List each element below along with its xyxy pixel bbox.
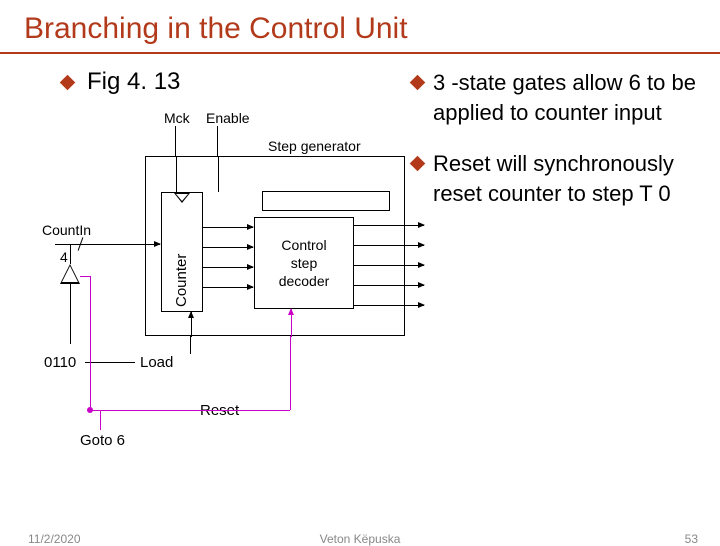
- decoder-line1: Control: [255, 236, 353, 254]
- tristate-buffer-icon: [60, 264, 80, 284]
- label-mck: Mck: [164, 110, 190, 126]
- wire-arrow: [354, 245, 424, 246]
- label-load: Load: [140, 354, 173, 371]
- wire-arrow: [191, 312, 192, 337]
- clock-notch-icon: [174, 193, 190, 203]
- bullet-item: 3 -state gates allow 6 to be applied to …: [412, 68, 702, 127]
- wire-reset: [290, 336, 291, 410]
- label-counter: Counter: [173, 254, 190, 307]
- label-goto6: Goto 6: [80, 432, 125, 449]
- outer-box: Counter Control step decoder: [145, 156, 405, 336]
- label-enable: Enable: [206, 110, 250, 126]
- wire-arrow: [354, 305, 424, 306]
- footer-page: 53: [685, 532, 698, 546]
- decoder-line2: step: [255, 254, 353, 272]
- diamond-bullet-icon: [60, 75, 76, 91]
- wire-arrow: [354, 225, 424, 226]
- label-0110: 0110: [44, 354, 76, 371]
- figure-caption: Fig 4. 13: [87, 68, 180, 95]
- wire-reset: [90, 276, 91, 410]
- wire-arrow: [203, 287, 253, 288]
- block-diagram: Mck Enable Step generator Counter Contro…: [30, 104, 410, 434]
- junction-dot-icon: [87, 407, 93, 413]
- wire-arrow-reset: [291, 309, 292, 337]
- footer-author: Veton Këpuska: [320, 532, 401, 546]
- bullet-text: 3 -state gates allow 6 to be applied to …: [433, 68, 702, 127]
- bullet-item: Reset will synchronously reset counter t…: [412, 149, 702, 208]
- label-four: 4: [60, 249, 68, 265]
- wire: [85, 362, 135, 363]
- label-step-generator: Step generator: [268, 138, 361, 154]
- diamond-bullet-icon: [410, 156, 426, 172]
- wire-arrow: [95, 244, 160, 245]
- label-countin: CountIn: [42, 222, 91, 238]
- footer-date: 11/2/2020: [28, 532, 81, 546]
- wire-arrow: [354, 265, 424, 266]
- wire-arrow: [203, 227, 253, 228]
- wire-reset: [80, 276, 90, 277]
- wire: [218, 157, 219, 192]
- wire: [70, 244, 71, 264]
- wire: [55, 244, 95, 245]
- wire: [175, 126, 176, 156]
- wire-arrow: [203, 247, 253, 248]
- wire-arrow: [203, 267, 253, 268]
- wire: [190, 336, 191, 354]
- wire-arrow: [354, 285, 424, 286]
- slide-content: Fig 4. 13 3 -state gates allow 6 to be a…: [0, 54, 720, 494]
- decoder-line3: decoder: [255, 272, 353, 290]
- decoder-box: Control step decoder: [254, 217, 354, 309]
- diamond-bullet-icon: [410, 75, 426, 91]
- wire: [70, 284, 71, 344]
- wire-reset: [100, 410, 101, 430]
- wire: [176, 157, 177, 192]
- wire: [217, 126, 218, 156]
- wire-reset: [90, 410, 290, 411]
- bullet-list: 3 -state gates allow 6 to be applied to …: [412, 68, 702, 231]
- figure-caption-line: Fig 4. 13: [62, 68, 180, 96]
- bullet-text: Reset will synchronously reset counter t…: [433, 149, 702, 208]
- slide-title: Branching in the Control Unit: [0, 0, 720, 52]
- step-generator-box: [262, 191, 390, 211]
